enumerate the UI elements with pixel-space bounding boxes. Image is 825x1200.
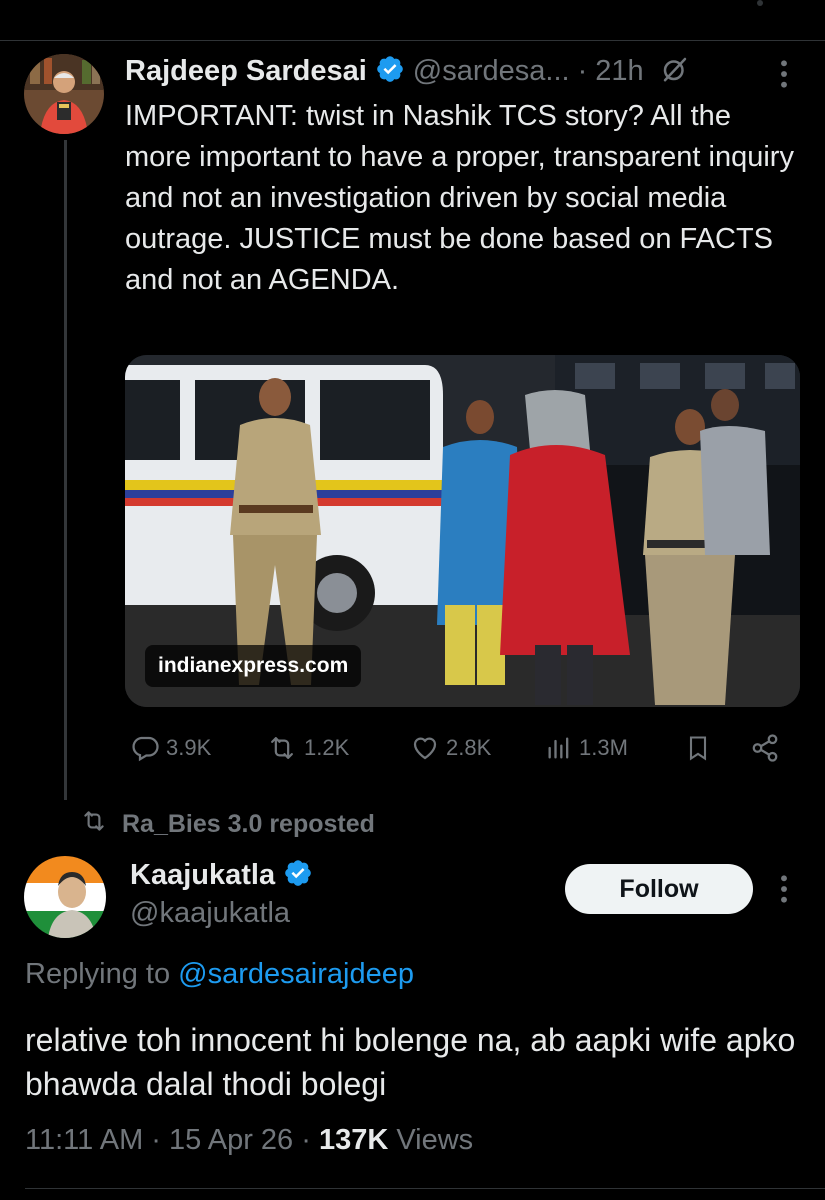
verified-badge-icon: [283, 858, 313, 893]
repost-button[interactable]: 1.2K: [266, 732, 349, 764]
media-source-label: indianexpress.com: [145, 645, 362, 687]
reply-button[interactable]: 3.9K: [130, 732, 211, 764]
author-handle[interactable]: @sardesa...: [413, 55, 570, 88]
reply-views-label: Views: [396, 1124, 474, 1156]
reply-meta: 11:11 AM · 15 Apr 26 · 137K Views: [25, 1124, 473, 1157]
divider: [25, 1188, 825, 1189]
like-icon: [410, 733, 440, 763]
verified-badge-icon: [375, 54, 405, 89]
reply-views-count: 137K: [318, 1124, 389, 1156]
views-count: 1.3M: [579, 735, 628, 760]
reply-date[interactable]: 15 Apr 26: [169, 1124, 293, 1156]
avatar-rajdeep[interactable]: [24, 54, 104, 134]
top-indicator: [757, 0, 763, 6]
share-icon[interactable]: [750, 732, 780, 764]
replying-mention-link[interactable]: @sardesairajdeep: [178, 958, 414, 990]
repost-icon: [266, 733, 298, 763]
reply-author-name[interactable]: Kaajukatla: [130, 859, 275, 892]
thread-line: [64, 140, 67, 800]
reply-count: 3.9K: [166, 735, 212, 760]
avatar-kaajukatla[interactable]: [24, 856, 106, 938]
follow-button[interactable]: Follow: [565, 864, 753, 914]
reply-header: Kaajukatla: [130, 858, 313, 893]
tweet-text: IMPORTANT: twist in Nashik TCS story? Al…: [125, 100, 794, 296]
tweet-header: Rajdeep Sardesai @sardesa... · 21h: [125, 54, 690, 89]
divider: [0, 40, 825, 41]
reply-icon: [130, 733, 160, 763]
separator: ·: [301, 1124, 319, 1156]
replying-prefix: Replying to: [25, 958, 171, 990]
reply-author-handle[interactable]: @kaajukatla: [130, 897, 290, 930]
repost-banner[interactable]: Ra_Bies 3.0 reposted: [80, 808, 375, 841]
reply-text: relative toh innocent hi bolenge na, ab …: [25, 1022, 796, 1102]
repost-icon: [80, 808, 108, 841]
replying-to: Replying to @sardesairajdeep: [25, 958, 414, 991]
bookmark-icon[interactable]: [684, 732, 712, 764]
author-name[interactable]: Rajdeep Sardesai: [125, 55, 367, 88]
repost-count: 1.2K: [304, 735, 350, 760]
repost-banner-text: Ra_Bies 3.0 reposted: [122, 810, 375, 838]
views-button[interactable]: 1.3M: [545, 732, 628, 764]
grok-icon[interactable]: [660, 54, 690, 89]
separator: ·: [151, 1124, 170, 1156]
more-icon[interactable]: [772, 58, 796, 95]
reply-time[interactable]: 11:11 AM: [25, 1124, 143, 1156]
like-count: 2.8K: [446, 735, 492, 760]
tweet-time[interactable]: · 21h: [578, 55, 644, 88]
more-icon[interactable]: [772, 873, 796, 910]
views-icon: [545, 733, 573, 763]
like-button[interactable]: 2.8K: [410, 732, 491, 764]
